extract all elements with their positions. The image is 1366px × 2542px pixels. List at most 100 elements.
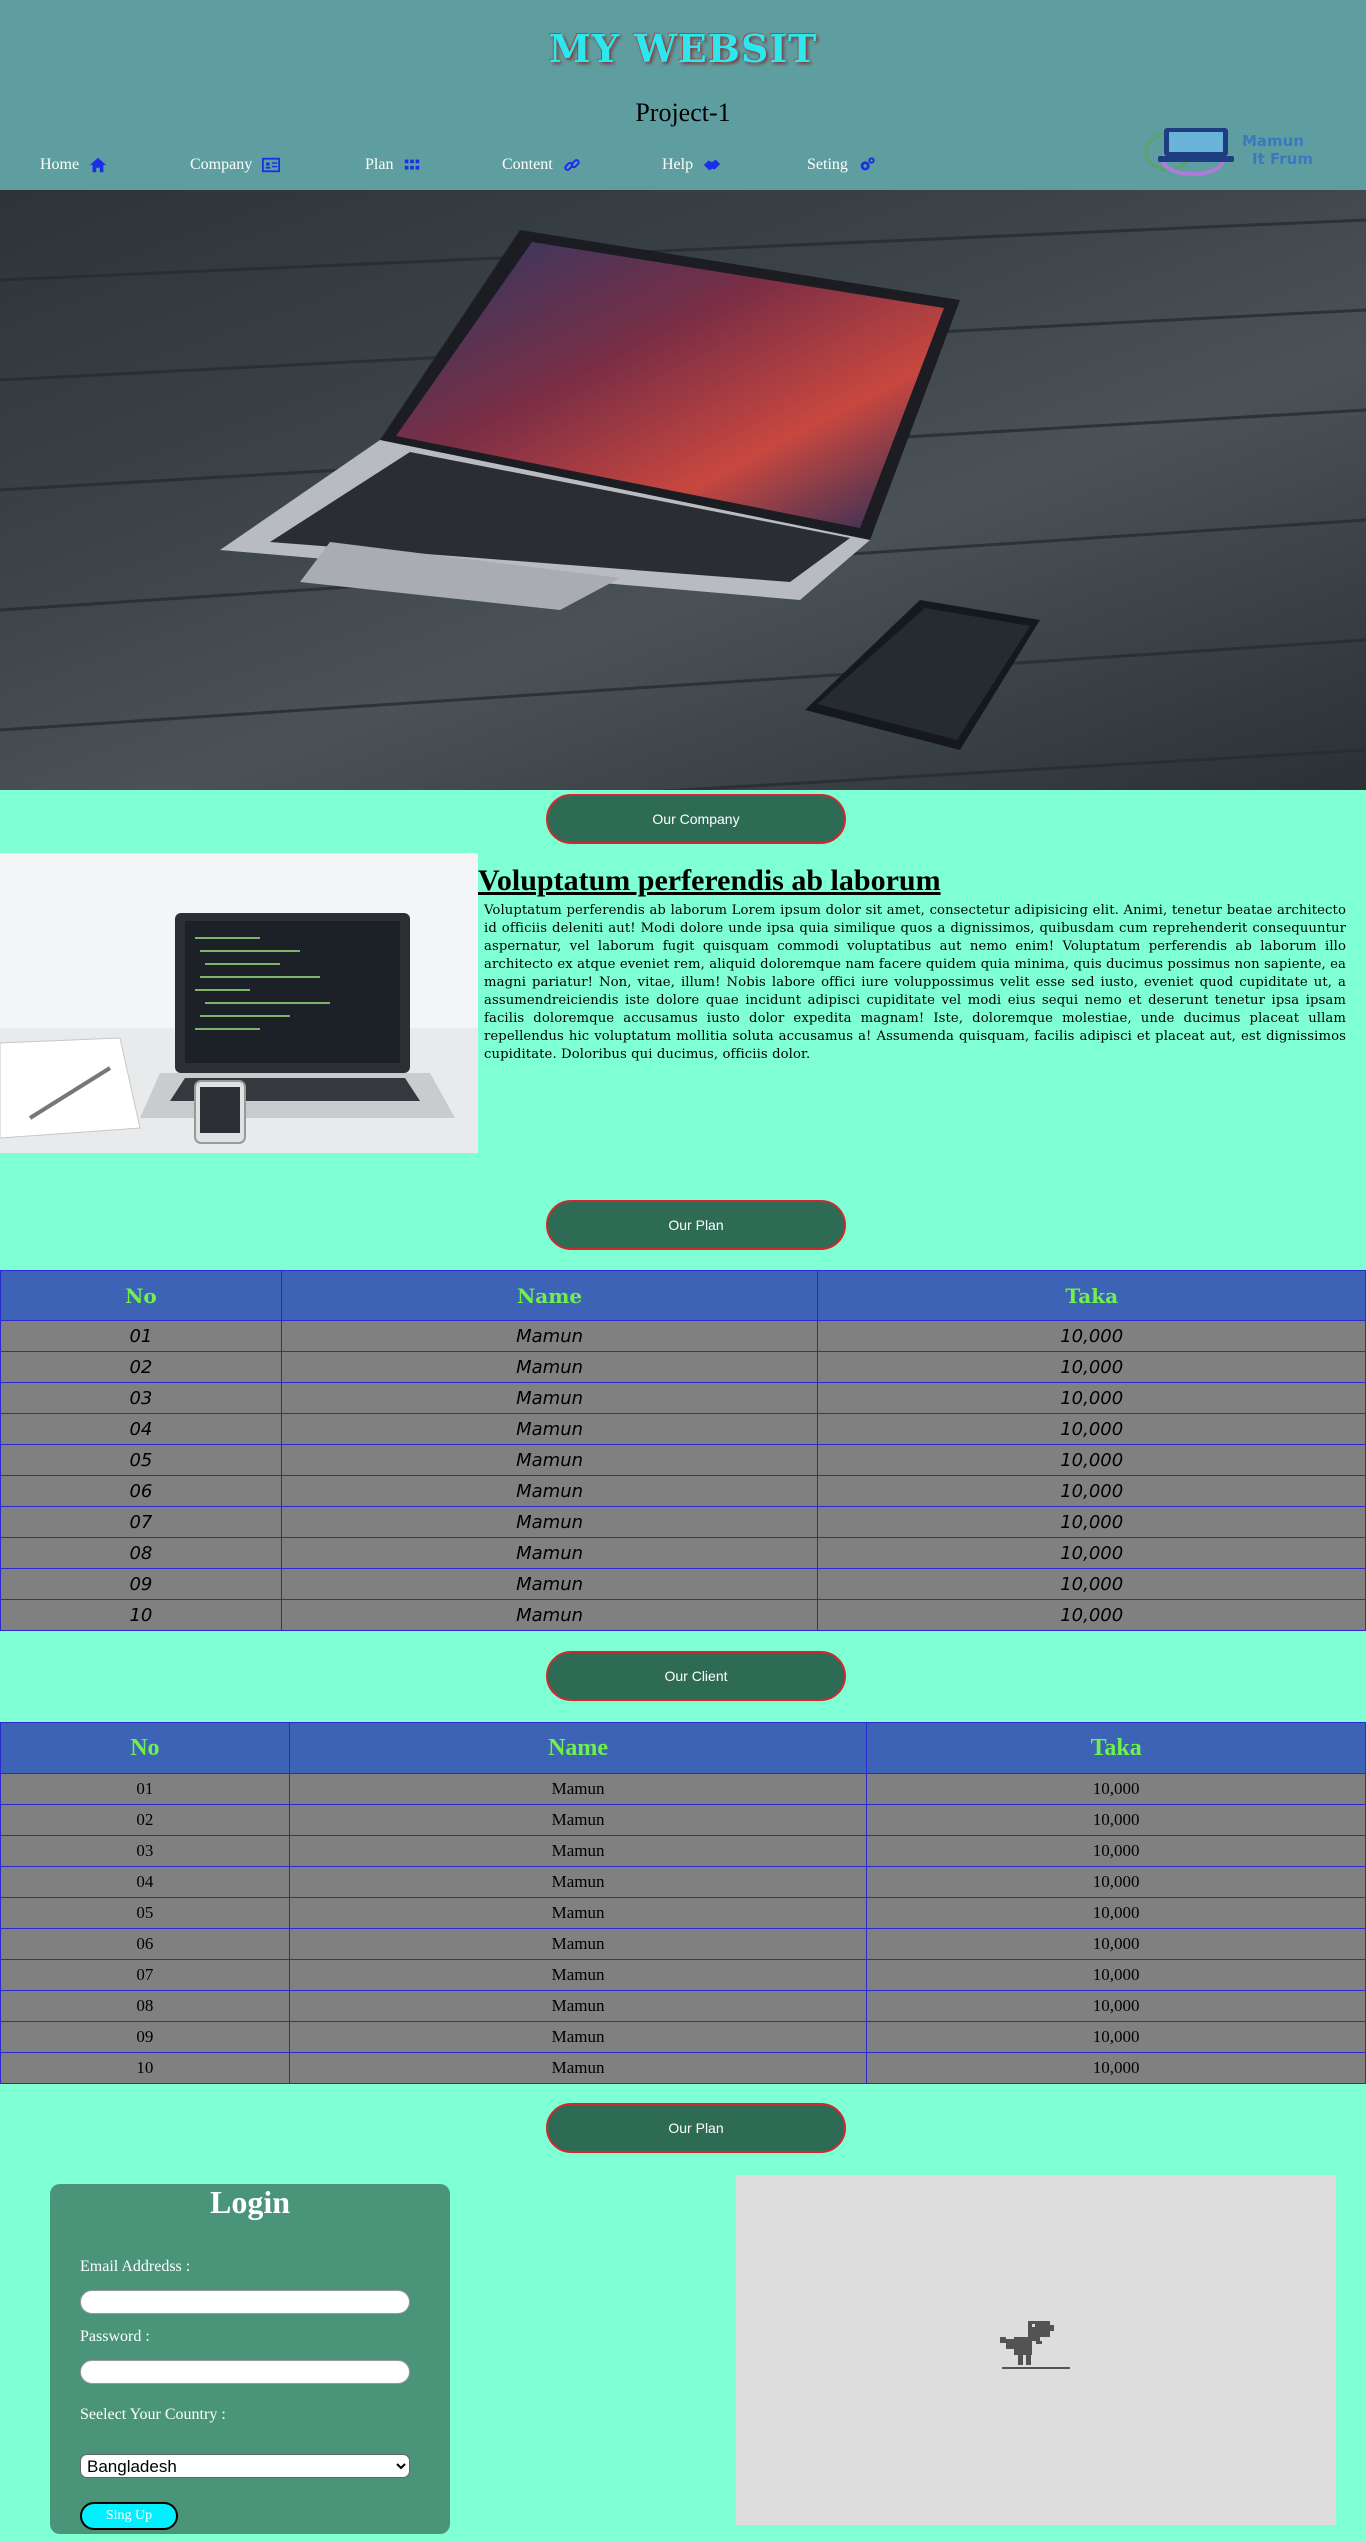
cell-taka: 10,000 <box>817 1599 1366 1631</box>
email-field[interactable] <box>80 2290 410 2314</box>
cell-taka: 10,000 <box>817 1506 1366 1538</box>
table-row: 04 Mamun 10,000 <box>0 1413 1366 1445</box>
email-label: Email Addredss : <box>80 2258 191 2275</box>
nav-item-home[interactable]: Home <box>40 156 107 174</box>
cell-no: 02 <box>0 1351 282 1383</box>
table-row: 10 Mamun 10,000 <box>0 2052 1366 2084</box>
cell-name: Mamun <box>288 1866 868 1898</box>
cell-taka: 10,000 <box>866 1773 1366 1805</box>
cell-no: 02 <box>0 1804 290 1836</box>
cell-name: Mamun <box>280 1382 819 1414</box>
table-row: 09 Mamun 10,000 <box>0 2021 1366 2053</box>
link-icon <box>564 159 580 171</box>
nav-label: Company <box>190 156 253 173</box>
cell-taka: 10,000 <box>866 1928 1366 1960</box>
nav-label: Seting <box>807 156 848 173</box>
table-row: 10 Mamun 10,000 <box>0 1599 1366 1631</box>
grid-icon <box>405 159 420 170</box>
our-plan-button[interactable]: Our Plan <box>546 1200 846 1250</box>
table-row: 06 Mamun 10,000 <box>0 1475 1366 1507</box>
cell-name: Mamun <box>288 1773 868 1805</box>
column-header-no: No <box>0 1722 290 1774</box>
table-row: 06 Mamun 10,000 <box>0 1928 1366 1960</box>
table-row: 05 Mamun 10,000 <box>0 1897 1366 1929</box>
cell-taka: 10,000 <box>817 1444 1366 1476</box>
cell-name: Mamun <box>288 2052 868 2084</box>
cell-taka: 10,000 <box>866 1835 1366 1867</box>
brand-logo[interactable]: Mamun It Frum <box>1138 124 1358 176</box>
cell-no: 03 <box>0 1835 290 1867</box>
cell-taka: 10,000 <box>817 1537 1366 1569</box>
nav-item-company[interactable]: Company <box>190 156 281 174</box>
cell-taka: 10,000 <box>817 1475 1366 1507</box>
hero-image <box>0 190 1366 790</box>
column-header-no: No <box>0 1270 282 1321</box>
password-field[interactable] <box>80 2360 410 2384</box>
cell-name: Mamun <box>280 1537 819 1569</box>
table-row: 02 Mamun 10,000 <box>0 1351 1366 1383</box>
nav-label: Plan <box>365 156 394 173</box>
login-form: Login Email Addredss : Password : Seelec… <box>50 2184 450 2534</box>
cell-name: Mamun <box>288 1928 868 1960</box>
table-header-row: No Name Taka <box>0 1722 1366 1774</box>
laptop-photo-illustration <box>0 218 1366 790</box>
offline-dinosaur-icon <box>1000 2321 1070 2369</box>
cell-no: 05 <box>0 1897 290 1929</box>
cell-no: 03 <box>0 1382 282 1414</box>
cell-no: 04 <box>0 1413 282 1445</box>
cell-name: Mamun <box>288 1804 868 1836</box>
column-header-taka: Taka <box>817 1270 1366 1321</box>
nav-item-content[interactable]: Content <box>502 156 581 174</box>
cell-no: 07 <box>0 1506 282 1538</box>
cell-no: 05 <box>0 1444 282 1476</box>
table-row: 05 Mamun 10,000 <box>0 1444 1366 1476</box>
site-header: MY WEBSIT Project-1 Home Company Plan Co… <box>0 0 1366 190</box>
table-header-row: No Name Taka <box>0 1270 1366 1321</box>
cell-name: Mamun <box>280 1475 819 1507</box>
client-table: No Name Taka 01 Mamun 10,000 02 Mamun 10,000 0… <box>0 1722 1366 2084</box>
id-card-icon <box>262 157 281 173</box>
cell-no: 06 <box>0 1928 290 1960</box>
table-row: 07 Mamun 10,000 <box>0 1506 1366 1538</box>
column-header-name: Name <box>288 1722 868 1774</box>
cell-no: 06 <box>0 1475 282 1507</box>
table-row: 01 Mamun 10,000 <box>0 1320 1366 1352</box>
company-image <box>0 853 478 1153</box>
column-header-name: Name <box>280 1270 819 1321</box>
country-select[interactable]: Bangladesh <box>80 2454 410 2478</box>
cell-taka: 10,000 <box>866 1959 1366 1991</box>
laptop-desk-illustration <box>0 853 478 1153</box>
cell-taka: 10,000 <box>866 1866 1366 1898</box>
our-client-button[interactable]: Our Client <box>546 1651 846 1701</box>
nav-label: Home <box>40 156 80 173</box>
cell-taka: 10,000 <box>817 1413 1366 1445</box>
nav-item-help[interactable]: Help <box>662 156 721 174</box>
cell-taka: 10,000 <box>817 1382 1366 1414</box>
nav-item-seting[interactable]: Seting <box>807 156 876 174</box>
table-row: 03 Mamun 10,000 <box>0 1382 1366 1414</box>
login-title: Login <box>209 2184 291 2220</box>
our-plan-button-2[interactable]: Our Plan <box>546 2103 846 2153</box>
cell-name: Mamun <box>280 1444 819 1476</box>
password-label: Password : <box>80 2328 150 2345</box>
home-icon <box>90 157 107 173</box>
our-company-button[interactable]: Our Company <box>546 794 846 844</box>
company-title: Voluptatum perferendis ab laborum <box>478 864 941 897</box>
cell-taka: 10,000 <box>817 1320 1366 1352</box>
cell-name: Mamun <box>288 1897 868 1929</box>
table-row: 01 Mamun 10,000 <box>0 1773 1366 1805</box>
embedded-frame[interactable] <box>736 2175 1336 2525</box>
logo-text-line1: Mamun <box>1242 132 1304 150</box>
cell-name: Mamun <box>280 1506 819 1538</box>
cell-no: 01 <box>0 1320 282 1352</box>
cell-taka: 10,000 <box>866 1897 1366 1929</box>
table-row: 08 Mamun 10,000 <box>0 1990 1366 2022</box>
table-row: 02 Mamun 10,000 <box>0 1804 1366 1836</box>
column-header-taka: Taka <box>866 1722 1366 1774</box>
table-row: 04 Mamun 10,000 <box>0 1866 1366 1898</box>
cell-no: 10 <box>0 2052 290 2084</box>
sign-up-button[interactable]: Sing Up <box>80 2502 178 2530</box>
cell-no: 10 <box>0 1599 282 1631</box>
cell-name: Mamun <box>288 1959 868 1991</box>
nav-item-plan[interactable]: Plan <box>365 156 421 174</box>
